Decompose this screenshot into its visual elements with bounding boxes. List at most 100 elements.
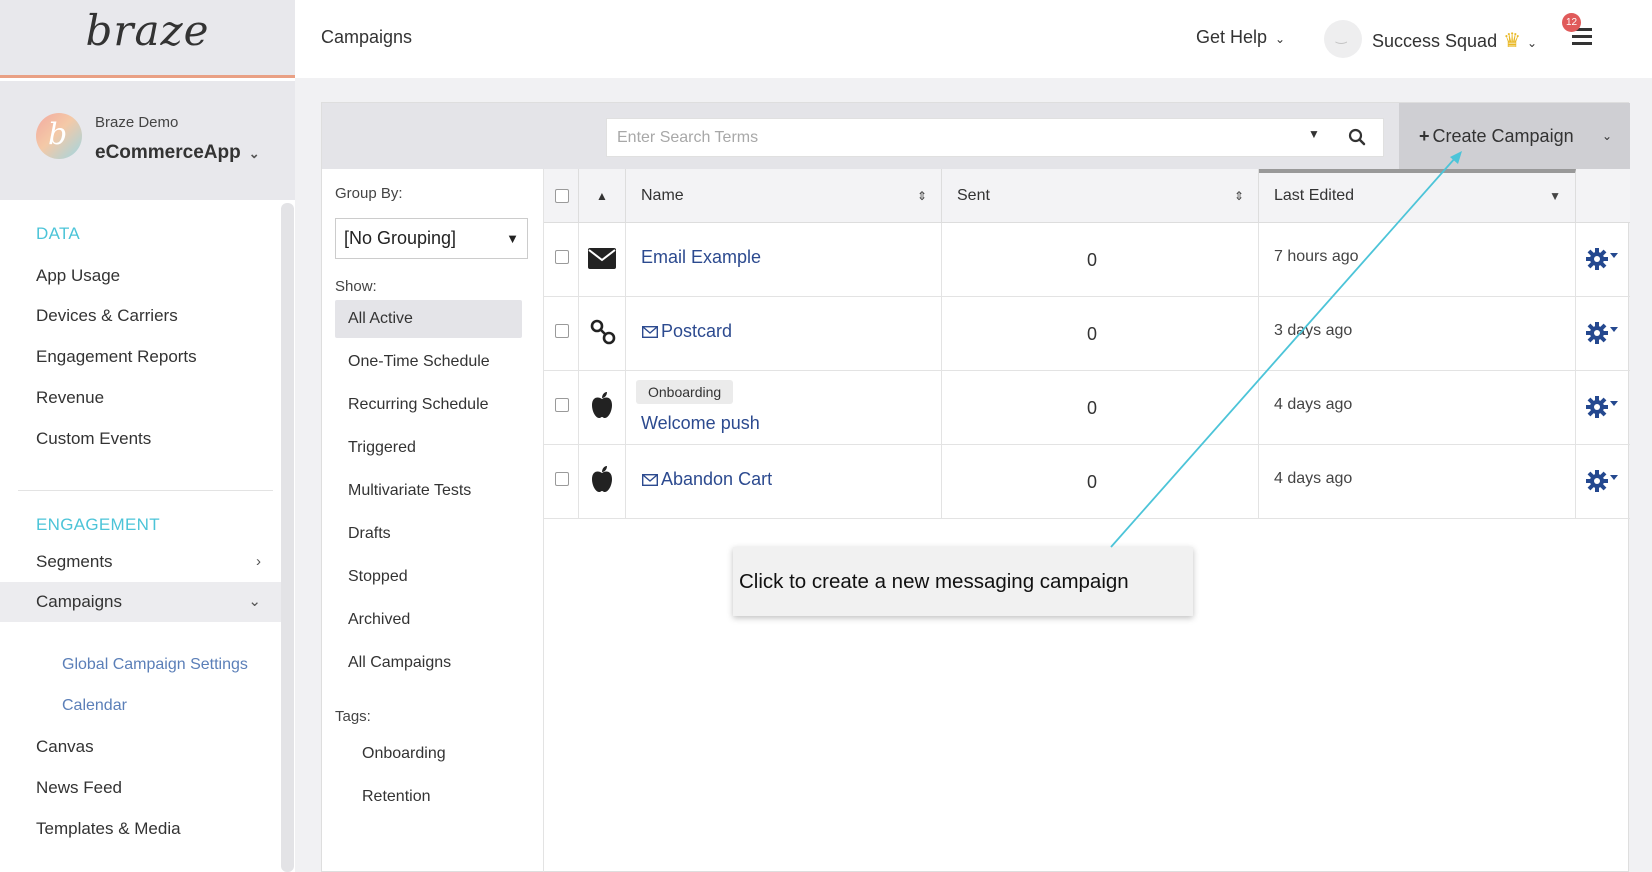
last-edited-value: 4 days ago — [1274, 396, 1353, 413]
name-cell: Email Example — [626, 223, 942, 296]
last-edited-cell: 3 days ago — [1259, 297, 1576, 370]
search-icon[interactable] — [1348, 128, 1366, 146]
sidebar-item-custom-events[interactable]: Custom Events — [0, 419, 281, 459]
user-avatar[interactable]: ‿ — [1324, 20, 1362, 58]
tag-retention[interactable]: Retention — [362, 788, 431, 806]
campaign-name-link[interactable]: Abandon Cart — [661, 469, 772, 490]
sidebar-item-engagement-reports[interactable]: Engagement Reports — [0, 337, 281, 377]
channel-cell — [579, 445, 626, 518]
sidebar-item-revenue[interactable]: Revenue — [0, 378, 281, 418]
chevron-down-icon: ⌄ — [248, 146, 260, 161]
user-name: Success Squad — [1372, 31, 1498, 51]
gear-menu-icon[interactable] — [1584, 244, 1620, 274]
smile-icon: ‿ — [1336, 29, 1347, 44]
last-edited-value: 7 hours ago — [1274, 248, 1359, 265]
apple-icon — [592, 392, 612, 418]
group-by-select[interactable]: [No Grouping] ▼ — [335, 218, 528, 259]
sidebar-item-devices-carriers[interactable]: Devices & Carriers — [0, 296, 281, 336]
table-row[interactable]: Email Example 0 7 hours ago — [544, 223, 1630, 297]
gear-menu-icon[interactable] — [1584, 392, 1620, 422]
filter-triggered[interactable]: Triggered — [335, 429, 522, 467]
sidebar-item-label: Campaigns — [36, 592, 122, 611]
actions-cell — [1576, 445, 1630, 518]
apple-icon — [592, 466, 612, 492]
crown-icon: ♛ — [1503, 30, 1522, 52]
filter-archived[interactable]: Archived — [335, 601, 522, 639]
sidebar-item-templates-media[interactable]: Templates & Media — [0, 809, 281, 849]
sent-cell: 0 — [942, 297, 1259, 370]
filter-sidebar: Group By: [No Grouping] ▼ Show: All Activ… — [322, 169, 544, 872]
tags-label: Tags: — [335, 708, 371, 725]
get-help-menu[interactable]: Get Help ⌄ — [1196, 27, 1285, 48]
webhook-icon — [590, 319, 616, 345]
row-checkbox[interactable] — [555, 324, 569, 338]
actions-cell — [1576, 223, 1630, 296]
sidebar-item-news-feed[interactable]: News Feed — [0, 768, 281, 808]
top-bar: Campaigns Get Help ⌄ ‿ Success Squad ♛ ⌄ 12 — [295, 0, 1652, 78]
campaign-name-link[interactable]: Welcome push — [641, 413, 760, 434]
table-row[interactable]: Abandon Cart 0 4 days ago — [544, 445, 1630, 519]
sidebar-item-campaigns[interactable]: Campaigns ⌄ — [0, 582, 281, 622]
sidebar-item-app-usage[interactable]: App Usage — [0, 256, 281, 296]
header-name[interactable]: Name ⇕ — [626, 169, 942, 223]
chevron-down-icon: ⌄ — [1601, 129, 1612, 143]
braze-logo[interactable]: braze — [0, 6, 295, 55]
name-cell: Abandon Cart — [626, 445, 942, 518]
sidebar-item-global-campaign-settings[interactable]: Global Campaign Settings — [62, 656, 248, 674]
table-row[interactable]: Onboarding Welcome push 0 4 days ago — [544, 371, 1630, 445]
header-last-edited-label: Last Edited — [1274, 187, 1355, 204]
row-select-cell — [544, 223, 579, 296]
header-last-edited[interactable]: Last Edited ▼ — [1259, 169, 1576, 223]
create-campaign-button[interactable]: + Create Campaign ⌄ — [1399, 103, 1630, 169]
tag-onboarding[interactable]: Onboarding — [362, 745, 446, 763]
select-all-checkbox[interactable] — [555, 189, 569, 203]
filter-one-time-schedule[interactable]: One-Time Schedule — [335, 343, 522, 381]
tutorial-callout: Click to create a new messaging campaign — [733, 547, 1193, 616]
filter-all-campaigns[interactable]: All Campaigns — [335, 644, 522, 682]
page-title: Campaigns — [321, 27, 413, 47]
create-campaign-label: Create Campaign — [1432, 126, 1574, 146]
sidebar-item-calendar[interactable]: Calendar — [62, 697, 127, 715]
actions-cell — [1576, 297, 1630, 370]
chevron-down-icon: ⌄ — [1275, 32, 1286, 46]
header-sent-label: Sent — [957, 187, 990, 204]
row-checkbox[interactable] — [555, 250, 569, 264]
name-cell: Onboarding Welcome push — [626, 371, 942, 444]
plus-icon: + — [1419, 126, 1430, 146]
sent-cell: 0 — [942, 223, 1259, 296]
last-edited-cell: 4 days ago — [1259, 371, 1576, 444]
campaigns-panel: ▼ +Create Campaign ⌄ Group By: [No Groupi… — [321, 102, 1630, 872]
header-channel-sort[interactable]: ▲︎ — [579, 169, 626, 223]
filter-drafts[interactable]: Drafts — [335, 515, 522, 553]
gear-menu-icon[interactable] — [1584, 466, 1620, 496]
sort-icon: ⇕ — [916, 189, 927, 203]
app-selector[interactable]: b Braze Demo eCommerceApp ⌄ — [0, 81, 295, 200]
filter-stopped[interactable]: Stopped — [335, 558, 522, 596]
sent-count: 0 — [1086, 472, 1097, 492]
campaign-tag-pill[interactable]: Onboarding — [636, 380, 734, 410]
user-menu[interactable]: Success Squad ♛ ⌄ — [1372, 28, 1537, 53]
sidebar-scrollbar[interactable] — [281, 203, 294, 872]
get-help-label: Get Help — [1196, 27, 1268, 47]
row-checkbox[interactable] — [555, 398, 569, 412]
header-sent[interactable]: Sent ⇕ — [942, 169, 1259, 223]
app-org-name: Braze Demo — [95, 114, 179, 131]
filter-recurring-schedule[interactable]: Recurring Schedule — [335, 386, 522, 424]
group-by-label: Group By: — [335, 185, 403, 202]
filter-all-active[interactable]: All Active — [335, 300, 522, 338]
campaign-name-link[interactable]: Email Example — [641, 247, 761, 268]
table-header: ▲︎ Name ⇕ Sent ⇕ Last Edited ▼ — [544, 169, 1630, 223]
sidebar-item-segments[interactable]: Segments › — [0, 542, 281, 582]
sidebar-item-canvas[interactable]: Canvas — [0, 727, 281, 767]
channel-cell — [579, 223, 626, 296]
row-checkbox[interactable] — [555, 472, 569, 486]
search-options-caret-icon[interactable]: ▼ — [1308, 127, 1320, 141]
row-select-cell — [544, 371, 579, 444]
table-row[interactable]: Postcard 0 3 days ago — [544, 297, 1630, 371]
search-input[interactable] — [606, 118, 1384, 157]
gear-menu-icon[interactable] — [1584, 318, 1620, 348]
app-name[interactable]: eCommerceApp ⌄ — [95, 142, 260, 164]
campaign-name-link[interactable]: Postcard — [661, 321, 732, 342]
envelope-outline-icon — [642, 326, 658, 338]
filter-multivariate-tests[interactable]: Multivariate Tests — [335, 472, 522, 510]
